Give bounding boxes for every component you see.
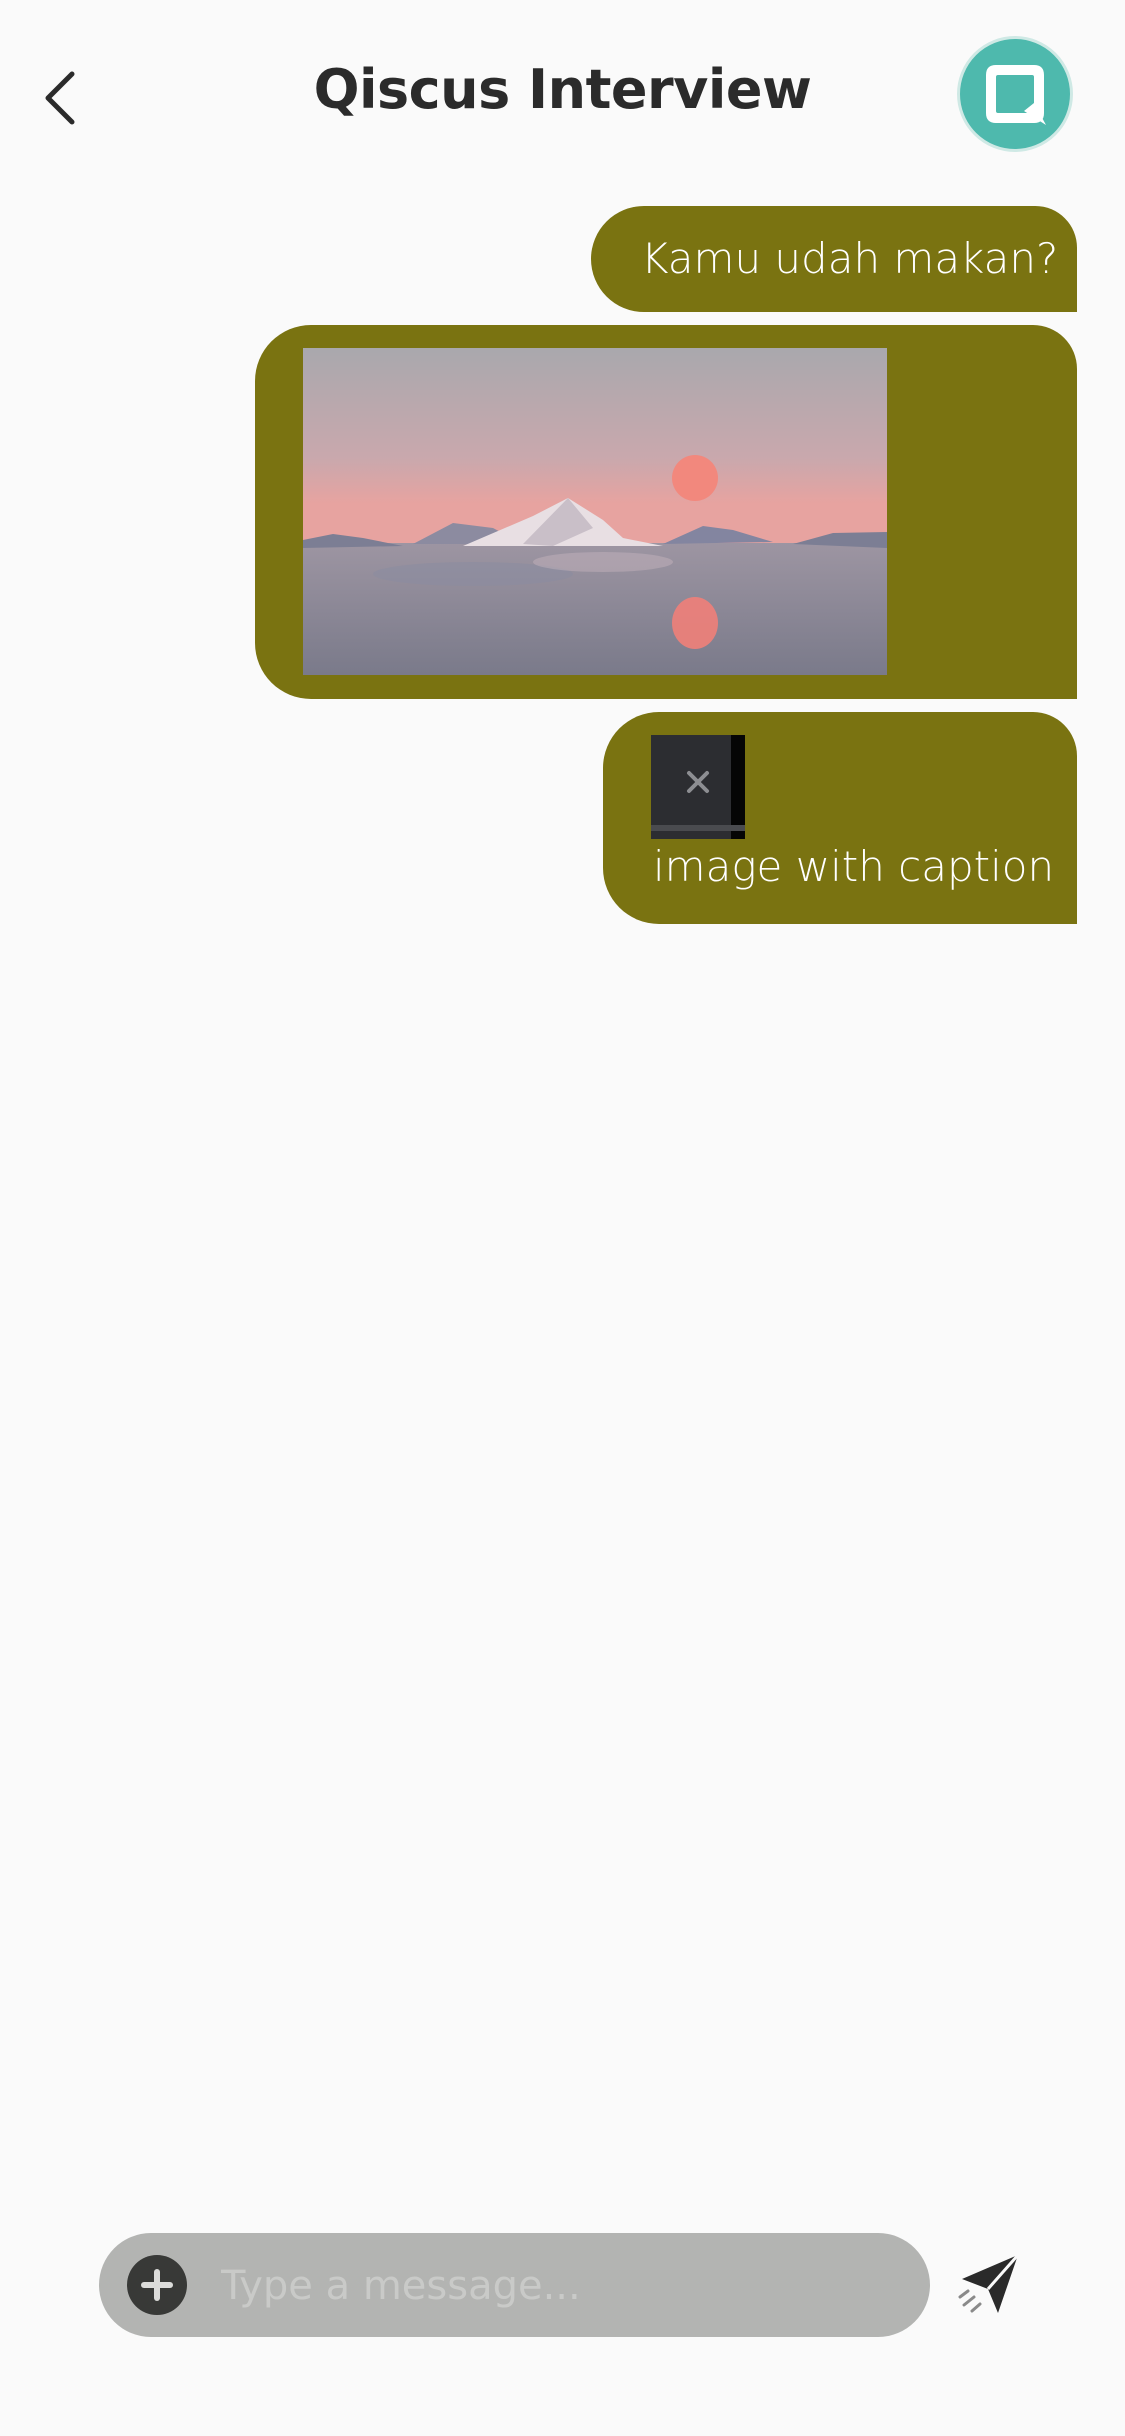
plus-circle-icon — [141, 2269, 173, 2301]
message-input[interactable] — [219, 2251, 903, 2321]
message-bubble-image-caption[interactable]: image with caption — [603, 712, 1077, 924]
message-text: Kamu udah makan? — [641, 234, 1059, 283]
message-bubble-text[interactable]: Kamu udah makan? — [591, 206, 1077, 312]
chat-header: Qiscus Interview — [0, 0, 1125, 190]
attach-button[interactable] — [127, 2255, 187, 2315]
sunset-landscape-image[interactable] — [303, 348, 887, 675]
message-composer — [99, 2233, 930, 2337]
message-caption: image with caption — [653, 842, 1055, 891]
avatar[interactable] — [957, 36, 1073, 152]
send-paper-plane-icon — [958, 2254, 1020, 2313]
qiscus-logo-icon — [986, 65, 1046, 125]
broken-image-icon[interactable] — [651, 735, 745, 839]
message-bubble-image[interactable] — [255, 325, 1077, 699]
send-button[interactable] — [950, 2245, 1030, 2325]
